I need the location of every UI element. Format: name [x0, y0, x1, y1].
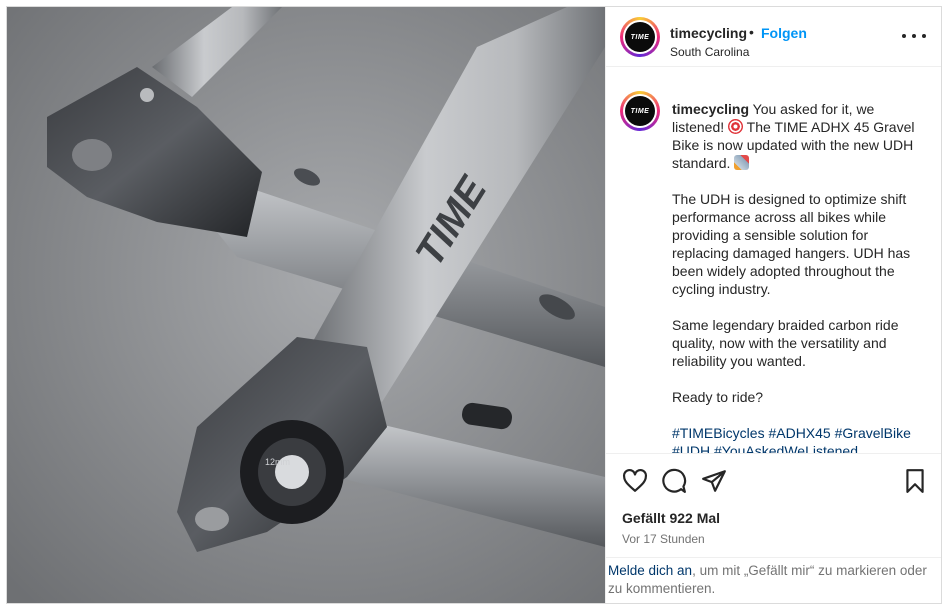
share-icon[interactable]	[701, 468, 727, 494]
username-link[interactable]: timecycling	[670, 25, 747, 41]
caption-paragraph-4: Ready to ride?	[672, 389, 764, 405]
post-actions: Gefällt 922 Mal Vor 17 Stunden	[606, 453, 941, 557]
bike-frame-photo: TIME 12mm	[7, 7, 605, 603]
separator-dot: •	[749, 24, 754, 40]
like-count[interactable]: Gefällt 922 Mal	[622, 510, 720, 526]
caption-avatar[interactable]: TIME	[620, 91, 660, 131]
post-header: TIME timecycling • Folgen South Carolina	[606, 7, 941, 67]
login-prompt: Melde dich an, um mit „Gefällt mir“ zu m…	[606, 557, 941, 603]
caption-paragraph-1: timecycling You asked for it, we listene…	[672, 100, 922, 172]
more-options-icon[interactable]	[902, 29, 926, 43]
follow-button[interactable]: Folgen	[761, 25, 807, 41]
caption-paragraph-3: Same legendary braided carbon ride quali…	[672, 317, 899, 369]
rocket-emoji-icon	[734, 155, 750, 170]
location-link[interactable]: South Carolina	[670, 45, 749, 59]
login-link[interactable]: Melde dich an	[608, 563, 692, 578]
caption-text: timecycling You asked for it, we listene…	[672, 100, 922, 453]
caption-avatar-logo: TIME	[625, 96, 655, 126]
post-dialog: TIME 12mm TIME timecycling • Folgen Sout…	[6, 6, 942, 604]
avatar[interactable]: TIME	[620, 17, 660, 57]
heart-icon[interactable]	[622, 468, 648, 494]
post-side-panel: TIME timecycling • Folgen South Carolina…	[605, 7, 941, 603]
post-timestamp[interactable]: Vor 17 Stunden	[622, 532, 705, 546]
dropout-label: 12mm	[265, 457, 290, 467]
hashtag-links[interactable]: #TIMEBicycles #ADHX45 #GravelBike #UDH #…	[672, 424, 922, 453]
caption-paragraph-2: The UDH is designed to optimize shift pe…	[672, 191, 911, 297]
dart-emoji-icon	[728, 119, 744, 134]
caption-username-link[interactable]: timecycling	[672, 101, 749, 117]
bookmark-icon[interactable]	[902, 468, 928, 494]
avatar-logo: TIME	[625, 22, 655, 52]
comment-icon[interactable]	[661, 468, 687, 494]
caption-area[interactable]: TIME timecycling You asked for it, we li…	[606, 67, 941, 453]
post-image[interactable]: TIME 12mm	[7, 7, 605, 603]
